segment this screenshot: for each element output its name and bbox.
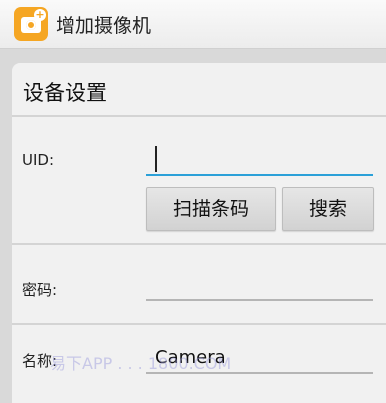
uid-input[interactable]: [146, 146, 373, 176]
divider: [12, 323, 386, 325]
scan-barcode-button[interactable]: 扫描条码: [146, 187, 276, 231]
watermark: 易下APP . . . 1800.COM: [50, 354, 232, 373]
uid-label: UID:: [22, 151, 55, 169]
password-label: 密码:: [22, 281, 58, 299]
divider: [12, 243, 386, 245]
divider: [12, 115, 386, 117]
search-button[interactable]: 搜索: [282, 187, 374, 231]
section-title: 设备设置: [23, 81, 107, 105]
text-cursor: [155, 146, 157, 172]
page-title: 增加摄像机: [56, 15, 152, 37]
action-bar: + 增加摄像机: [0, 0, 386, 49]
camera-add-icon: +: [14, 7, 48, 41]
password-input[interactable]: [146, 277, 373, 301]
